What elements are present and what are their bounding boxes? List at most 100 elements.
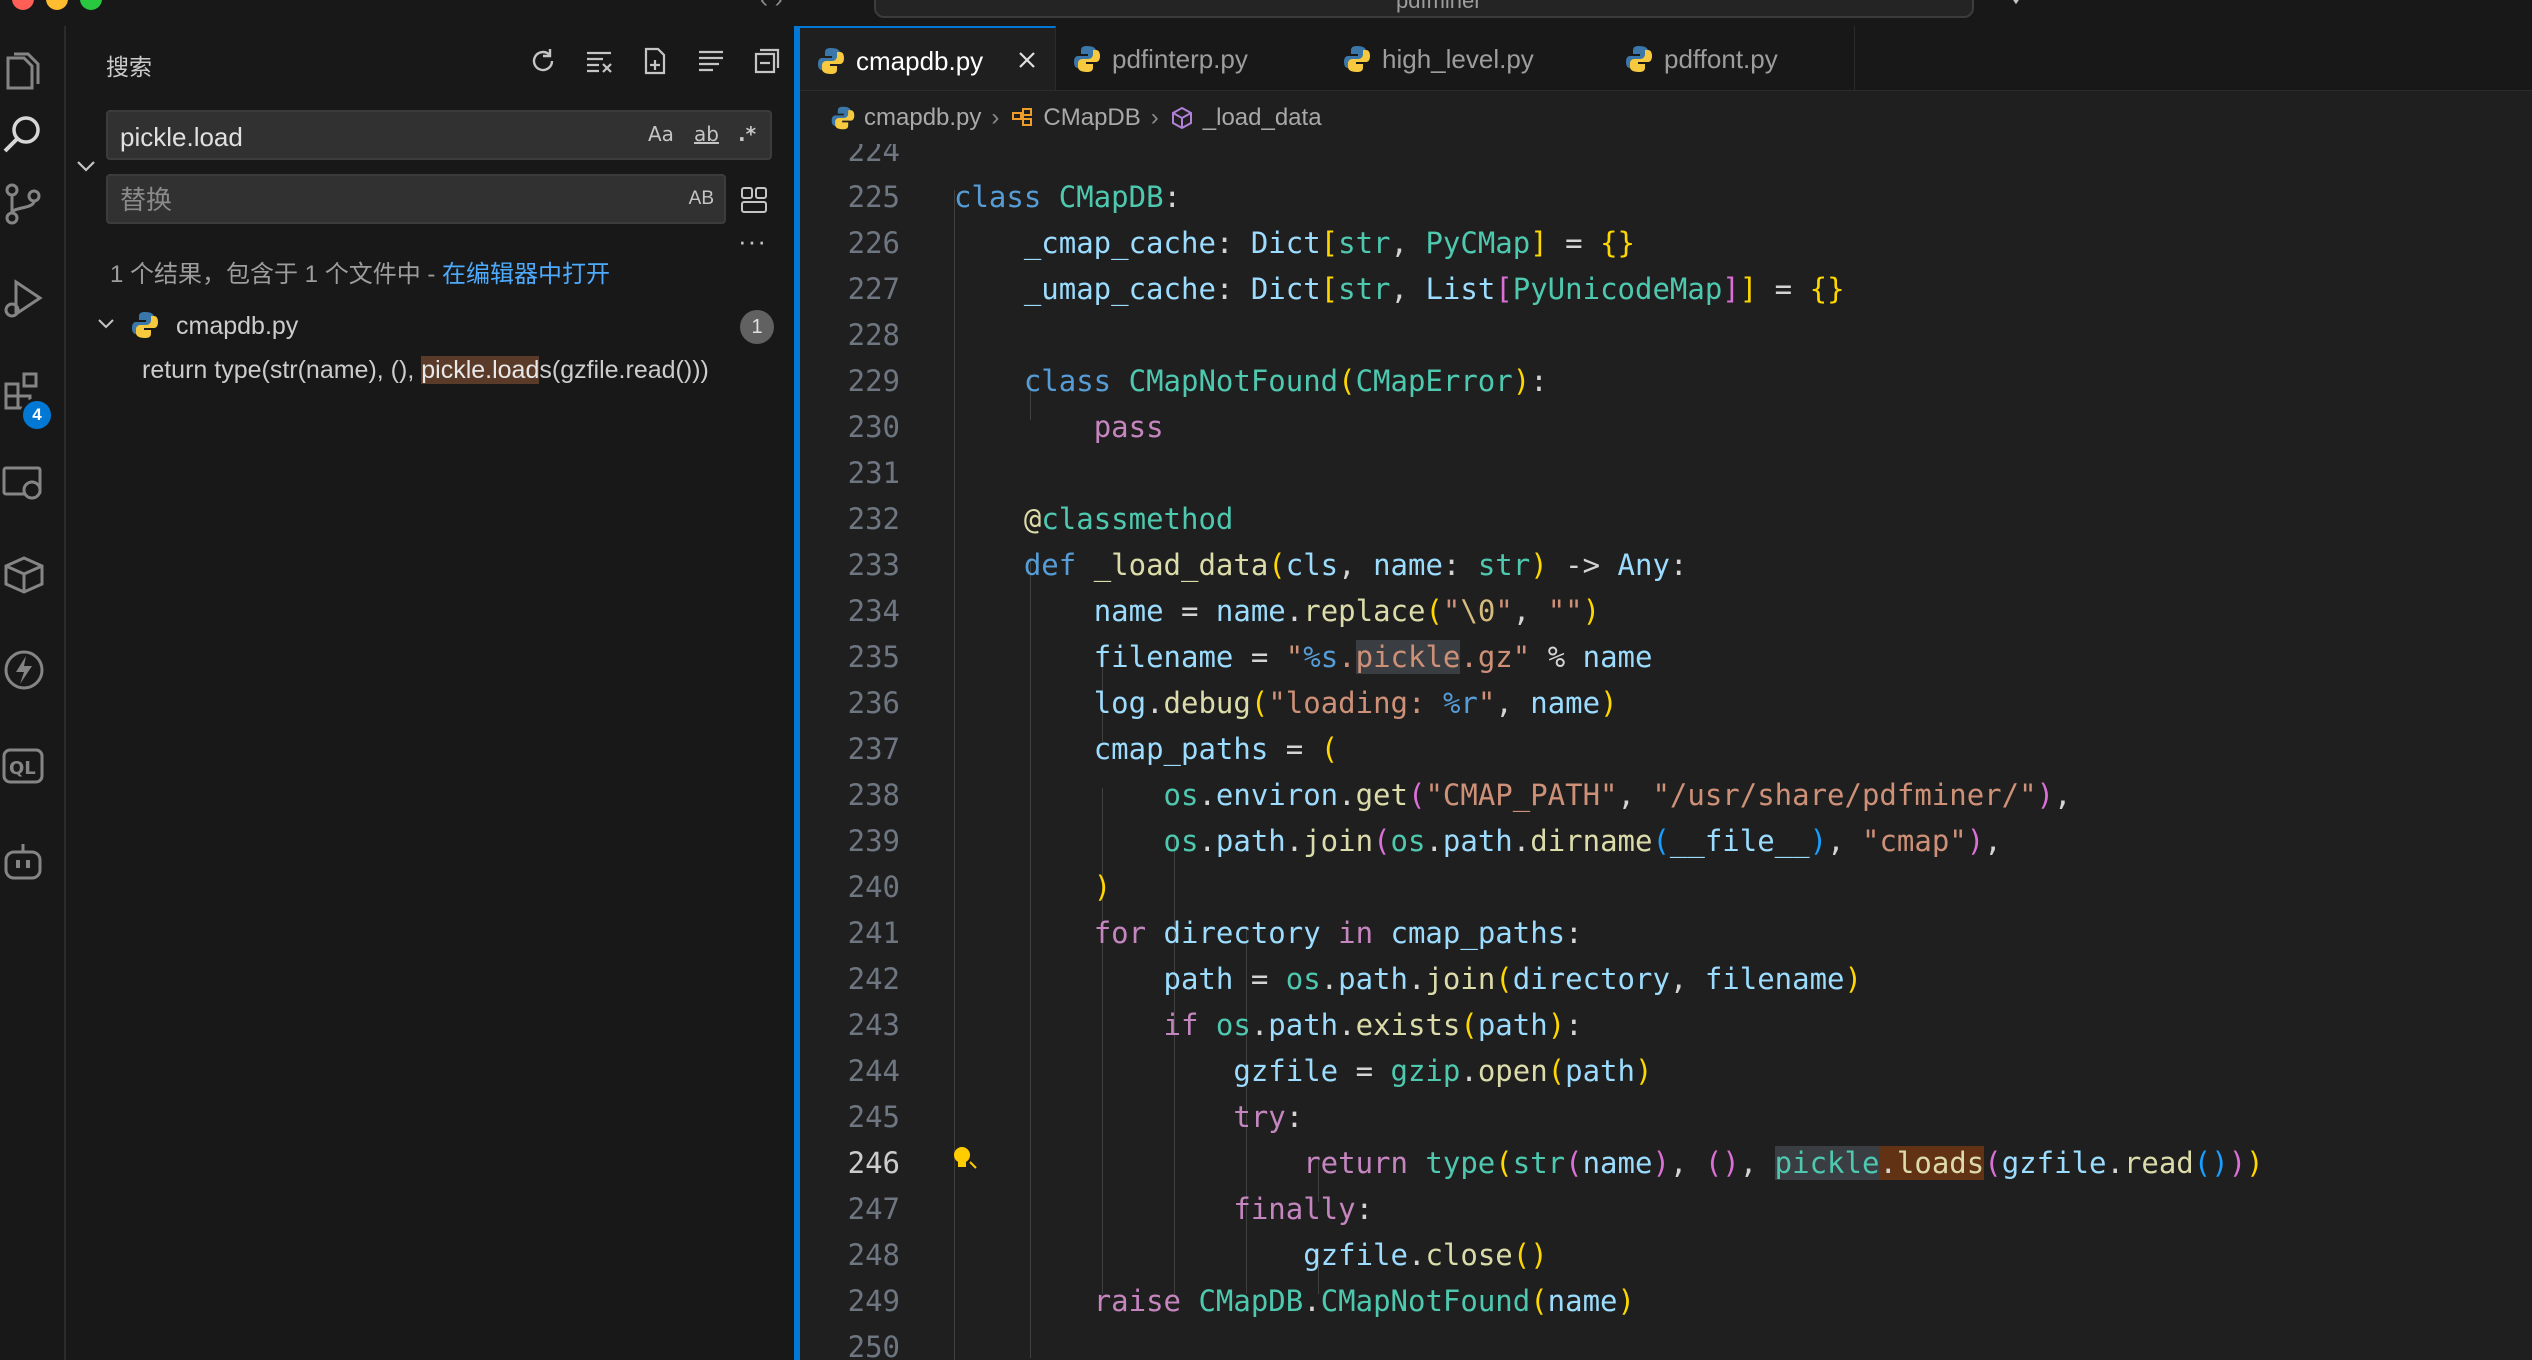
preserve-case-toggle[interactable]: AB (689, 188, 714, 210)
breadcrumb-class[interactable]: CMapDB (1043, 104, 1140, 132)
tab-pdffont[interactable]: pdffont.py (1608, 26, 1855, 90)
line-number[interactable]: 239 (800, 818, 900, 864)
result-match-row[interactable]: return type(str(name), (), pickle.loads(… (142, 356, 709, 385)
line-number[interactable]: 234 (800, 588, 900, 634)
line-number[interactable]: 241 (800, 910, 900, 956)
collapse-all-button[interactable] (750, 44, 784, 78)
use-regex-toggle[interactable]: .* (738, 122, 756, 146)
result-file-row[interactable]: cmapdb.py 1 (92, 306, 782, 346)
search-input-value[interactable]: pickle.load (120, 122, 243, 153)
remote-explorer-button[interactable] (0, 454, 48, 510)
code-line[interactable]: 240 ) (800, 864, 2532, 910)
line-number[interactable]: 243 (800, 1002, 900, 1048)
tab-high-level[interactable]: high_level.py (1326, 26, 1609, 90)
breadcrumb-file[interactable]: cmapdb.py (864, 104, 981, 132)
code-line[interactable]: 242 path = os.path.join(directory, filen… (800, 956, 2532, 1002)
nav-arrows[interactable]: ‹ › (760, 0, 783, 14)
clear-results-button[interactable] (582, 44, 616, 78)
code-line[interactable]: 228 (800, 312, 2532, 358)
code-line[interactable]: 236 log.debug("loading: %r", name) (800, 680, 2532, 726)
match-case-toggle[interactable]: Aa (648, 122, 674, 146)
code-line[interactable]: 235 filename = "%s.pickle.gz" % name (800, 634, 2532, 680)
line-number[interactable]: 237 (800, 726, 900, 772)
new-search-editor-button[interactable] (638, 44, 672, 78)
line-number[interactable]: 238 (800, 772, 900, 818)
line-number[interactable]: 236 (800, 680, 900, 726)
toggle-replace-chevron-icon[interactable] (74, 154, 98, 178)
line-number[interactable]: 232 (800, 496, 900, 542)
maximize-window-button[interactable] (80, 0, 102, 10)
ql-button[interactable]: QL (0, 738, 48, 794)
line-number[interactable]: 245 (800, 1094, 900, 1140)
view-as-tree-button[interactable] (694, 44, 728, 78)
code-line[interactable]: 243 if os.path.exists(path): (800, 1002, 2532, 1048)
line-number[interactable]: 244 (800, 1048, 900, 1094)
code-line[interactable]: 244 gzfile = gzip.open(path) (800, 1048, 2532, 1094)
code-line[interactable]: 232 @classmethod (800, 496, 2532, 542)
line-number[interactable]: 229 (800, 358, 900, 404)
code-line[interactable]: 237 cmap_paths = ( (800, 726, 2532, 772)
line-number[interactable]: 247 (800, 1186, 900, 1232)
code-line[interactable]: 229 class CMapNotFound(CMapError): (800, 358, 2532, 404)
code-line[interactable]: 227 _umap_cache: Dict[str, List[PyUnicod… (800, 266, 2532, 312)
tab-pdfinterp[interactable]: pdfinterp.py (1056, 26, 1327, 90)
code-line[interactable]: 233 def _load_data(cls, name: str) -> An… (800, 542, 2532, 588)
lightning-button[interactable] (0, 642, 48, 698)
code-line[interactable]: 250 (800, 1324, 2532, 1360)
command-center[interactable]: pdfminer (874, 0, 1974, 18)
line-number[interactable]: 240 (800, 864, 900, 910)
line-number[interactable]: 246 (800, 1140, 900, 1186)
close-tab-icon[interactable] (1015, 48, 1039, 72)
line-number[interactable]: 235 (800, 634, 900, 680)
code-line[interactable]: 226 _cmap_cache: Dict[str, PyCMap] = {} (800, 220, 2532, 266)
line-number[interactable]: 227 (800, 266, 900, 312)
breadcrumb-method[interactable]: _load_data (1203, 104, 1322, 132)
more-search-options-icon[interactable]: ··· (738, 226, 767, 257)
source-control-button[interactable] (0, 176, 48, 232)
replace-input[interactable]: AB (106, 174, 726, 224)
match-whole-word-toggle[interactable]: ab (694, 122, 719, 146)
code-line[interactable]: 238 os.environ.get("CMAP_PATH", "/usr/sh… (800, 772, 2532, 818)
line-number[interactable]: 224 (800, 144, 900, 174)
line-number[interactable]: 248 (800, 1232, 900, 1278)
line-number[interactable]: 226 (800, 220, 900, 266)
close-window-button[interactable] (12, 0, 34, 10)
extensions-badge: 4 (20, 398, 54, 432)
list-icon (699, 50, 723, 72)
search-button[interactable] (0, 106, 48, 162)
open-in-editor-link[interactable]: 在编辑器中打开 (442, 261, 610, 288)
code-line[interactable]: 239 os.path.join(os.path.dirname(__file_… (800, 818, 2532, 864)
copilot-icon[interactable] (2004, 0, 2028, 8)
code-line[interactable]: 245 try: (800, 1094, 2532, 1140)
code-line[interactable]: 234 name = name.replace("\0", "") (800, 588, 2532, 634)
line-number[interactable]: 242 (800, 956, 900, 1002)
tab-cmapdb[interactable]: cmapdb.py (800, 26, 1056, 90)
run-debug-button[interactable] (0, 270, 48, 326)
containers-button[interactable] (0, 546, 48, 602)
code-editor[interactable]: 224 225 class CMapDB: 226 _cmap_cache: Dict… (800, 144, 2532, 1360)
refresh-button[interactable] (526, 44, 560, 78)
code-line[interactable]: 225 class CMapDB: (800, 174, 2532, 220)
line-number[interactable]: 230 (800, 404, 900, 450)
code-line[interactable]: 246 return type(str(name), (), pickle.lo… (800, 1140, 2532, 1186)
line-number[interactable]: 250 (800, 1324, 900, 1360)
line-number[interactable]: 233 (800, 542, 900, 588)
code-line[interactable]: 230 pass (800, 404, 2532, 450)
code-line[interactable]: 241 for directory in cmap_paths: (800, 910, 2532, 956)
search-input[interactable]: pickle.load Aa ab .* (106, 110, 772, 160)
code-line[interactable]: 224 (800, 144, 2532, 174)
line-number[interactable]: 225 (800, 174, 900, 220)
extensions-button[interactable]: 4 (0, 362, 54, 432)
replace-all-icon[interactable] (738, 182, 772, 216)
code-line[interactable]: 248 gzfile.close() (800, 1232, 2532, 1278)
minimize-window-button[interactable] (46, 0, 68, 10)
code-line[interactable]: 249 raise CMapDB.CMapNotFound(name) (800, 1278, 2532, 1324)
line-number[interactable]: 228 (800, 312, 900, 358)
replace-field[interactable] (118, 184, 622, 216)
explorer-button[interactable] (0, 44, 48, 100)
line-number[interactable]: 249 (800, 1278, 900, 1324)
copilot-chat-button[interactable] (0, 834, 48, 890)
line-number[interactable]: 231 (800, 450, 900, 496)
code-line[interactable]: 247 finally: (800, 1186, 2532, 1232)
code-line[interactable]: 231 (800, 450, 2532, 496)
